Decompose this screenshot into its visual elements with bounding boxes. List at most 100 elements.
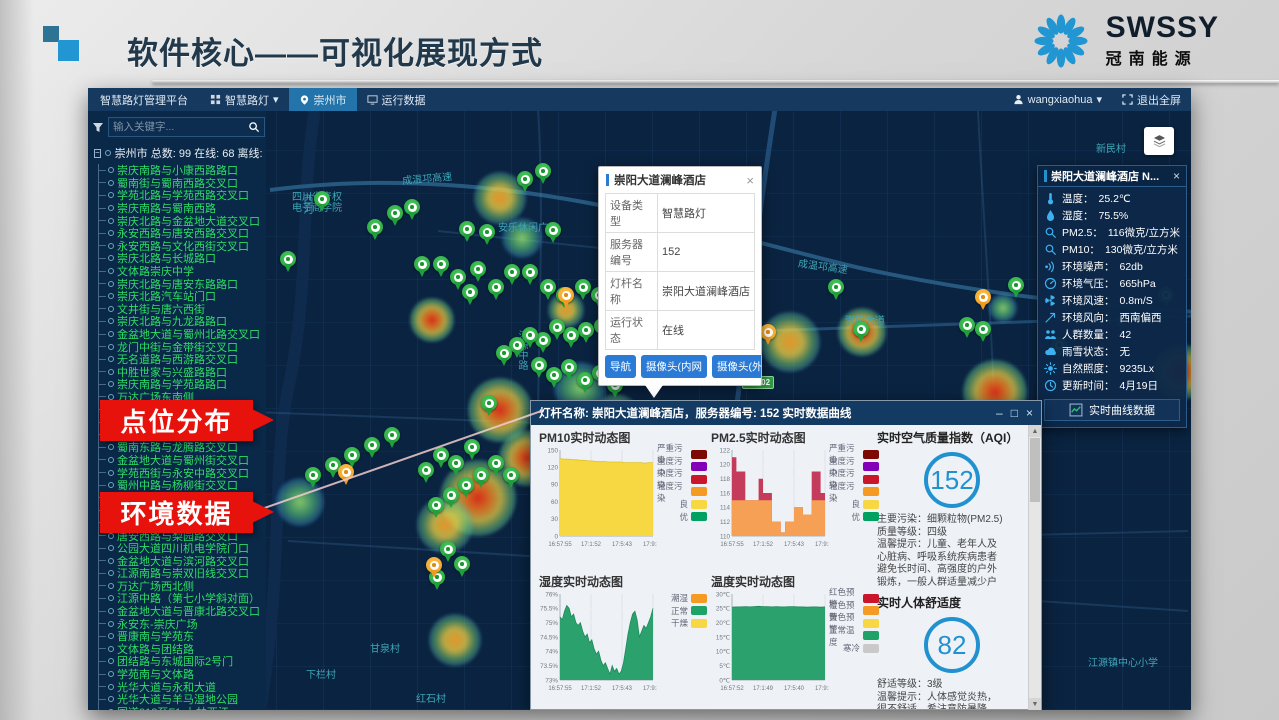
nav-item-崇州市[interactable]: 崇州市 [289,88,357,111]
streetlight-pin[interactable] [404,199,420,220]
scroll-thumb[interactable] [1030,438,1040,502]
streetlight-pin[interactable] [470,261,486,282]
navigate-button[interactable]: 导航 [605,355,636,378]
streetlight-pin[interactable] [459,221,475,242]
streetlight-pin[interactable] [443,487,459,508]
streetlight-pin[interactable] [504,264,520,285]
close-icon[interactable]: × [1026,406,1033,420]
search-icon[interactable] [248,121,260,133]
tree-item[interactable]: 崇庆北路与金盆地大道交叉口 [99,214,262,227]
tree-item[interactable]: 崇庆北路汽车站门口 [99,290,262,303]
streetlight-pin[interactable] [473,467,489,488]
streetlight-pin[interactable] [314,191,330,212]
scrollbar[interactable]: ▲ ▼ [1028,425,1041,710]
streetlight-pin[interactable] [577,372,593,393]
realtime-curve-button[interactable]: 实时曲线数据 [1044,399,1180,421]
streetlight-pin[interactable] [433,256,449,277]
tree-item[interactable]: 公园大道四川机电学院门口 [99,542,262,555]
streetlight-pin[interactable] [503,467,519,488]
streetlight-pin[interactable] [462,284,478,305]
scroll-down-icon[interactable]: ▼ [1029,698,1041,710]
tree-item[interactable]: 光华大道与羊马湿地公园 [99,693,262,706]
tree-item[interactable]: 万达广场西北侧 [99,580,262,593]
streetlight-pin[interactable] [1008,277,1024,298]
tree-item[interactable]: 永安西路与唐安西路交叉口 [99,227,262,240]
streetlight-pin[interactable] [853,321,869,342]
camera-external-button[interactable]: 摄像头(外网 [712,355,761,378]
tree-item[interactable]: 国道318至F1-上林西江 [99,706,262,710]
streetlight-pin[interactable] [549,319,565,340]
streetlight-pin[interactable] [458,477,474,498]
nav-item-运行数据[interactable]: 运行数据 [357,88,436,111]
streetlight-pin[interactable] [828,279,844,300]
camera-internal-button[interactable]: 摄像头(内网 [641,355,707,378]
tree-item[interactable]: 崇庆北路与唐安东路路口 [99,277,262,290]
streetlight-pin[interactable] [531,357,547,378]
streetlight-pin[interactable] [975,289,991,310]
tree-item[interactable]: 文体路崇庆中学 [99,265,262,278]
tree-item[interactable]: 江源中路（第七小学斜对面） [99,592,262,605]
tree-item[interactable]: 永安东-崇庆广场 [99,617,262,630]
tree-item[interactable]: 金盆地大道与蜀州北路交叉口 [99,328,262,341]
streetlight-pin[interactable] [464,439,480,460]
tree-item[interactable]: 中胜世家与兴盛路路口 [99,366,262,379]
streetlight-pin[interactable] [488,279,504,300]
streetlight-pin[interactable] [545,222,561,243]
streetlight-pin[interactable] [563,327,579,348]
tree-item[interactable]: 江源南路与崇双旧线交叉口 [99,567,262,580]
streetlight-pin[interactable] [540,279,556,300]
tree-item[interactable]: 金盆地大道与蜀州街交叉口 [99,454,262,467]
tree-item[interactable]: 永安西路与文化西街交叉口 [99,240,262,253]
streetlight-pin[interactable] [561,359,577,380]
streetlight-pin[interactable] [517,171,533,192]
streetlight-pin[interactable] [414,256,430,277]
search-input[interactable] [113,121,248,133]
collapse-icon[interactable]: − [94,149,101,158]
streetlight-pin[interactable] [760,324,776,345]
scroll-up-icon[interactable]: ▲ [1029,425,1041,437]
streetlight-pin[interactable] [488,455,504,476]
streetlight-pin[interactable] [522,264,538,285]
streetlight-pin[interactable] [387,205,403,226]
close-icon[interactable]: × [746,173,754,188]
tree-root[interactable]: − 崇州市 总数: 99 在线: 68 离线: 31 [94,145,262,161]
tree-item[interactable]: 学苑西街与永安中路交叉口 [99,466,262,479]
streetlight-pin[interactable] [546,367,562,388]
exit-fullscreen-button[interactable]: 退出全屏 [1112,88,1191,111]
streetlight-pin[interactable] [959,317,975,338]
streetlight-pin[interactable] [454,556,470,577]
streetlight-pin[interactable] [364,437,380,458]
nav-item-智慧路灯[interactable]: 智慧路灯▾ [200,88,289,111]
tree-item[interactable]: 崇庆南路与小康西路路口 [99,164,262,177]
streetlight-pin[interactable] [481,395,497,416]
filter-icon[interactable] [92,121,104,133]
tree-item[interactable]: 学苑北路与学苑西路交叉口 [99,189,262,202]
tree-item[interactable]: 光华大道与永和大道 [99,680,262,693]
tree-item[interactable]: 团结路与东城国际2号门 [99,655,262,668]
streetlight-pin[interactable] [496,345,512,366]
tree-item[interactable]: 文体路与团结路 [99,643,262,656]
tree-item[interactable]: 金盆地大道与滨河路交叉口 [99,554,262,567]
tree-item[interactable]: 无名道路与西游路交叉口 [99,353,262,366]
close-icon[interactable]: × [1173,169,1180,183]
tree-item[interactable]: 蜀南东路与龙腾路交叉口 [99,441,262,454]
streetlight-pin[interactable] [280,251,296,272]
streetlight-pin[interactable] [428,497,444,518]
streetlight-pin[interactable] [479,224,495,245]
tree-item[interactable]: 崇庆北路与长城路口 [99,252,262,265]
tree-item[interactable]: 蜀州中路与杨柳街交叉口 [99,479,262,492]
streetlight-pin[interactable] [575,279,591,300]
popout-icon[interactable]: □ [1011,406,1018,420]
data-curve-header[interactable]: 灯杆名称: 崇阳大道澜峰酒店，服务器编号: 152 实时数据曲线 –□× [531,401,1041,425]
tree-item[interactable]: 蜀南街与蜀南西路交叉口 [99,177,262,190]
map-layers-button[interactable] [1144,127,1174,155]
streetlight-pin[interactable] [305,467,321,488]
streetlight-pin[interactable] [535,163,551,184]
tree-item[interactable]: 晋康南与学苑东 [99,630,262,643]
streetlight-pin[interactable] [975,321,991,342]
tree-item[interactable]: 文井街与唐六西街 [99,303,262,316]
tree-item[interactable]: 崇庆北路与九龙路路口 [99,315,262,328]
streetlight-pin[interactable] [384,427,400,448]
tree-item[interactable]: 崇庆南路与蜀南西路 [99,202,262,215]
streetlight-pin[interactable] [426,557,442,578]
